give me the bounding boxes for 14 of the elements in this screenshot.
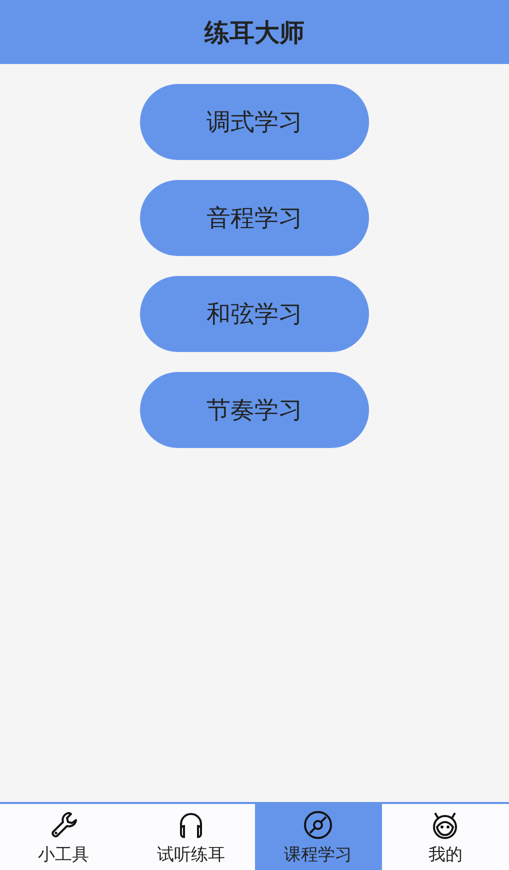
course-button[interactable]: 和弦学习 bbox=[140, 276, 369, 352]
tab-item[interactable]: 小工具 bbox=[0, 804, 128, 870]
course-button[interactable]: 节奏学习 bbox=[140, 372, 369, 448]
course-button[interactable]: 调式学习 bbox=[140, 84, 369, 160]
tab-label: 小工具 bbox=[38, 844, 90, 866]
tab-item[interactable]: 我的 bbox=[382, 804, 509, 870]
tab-item[interactable]: 试听练耳 bbox=[127, 804, 254, 870]
tab-label: 我的 bbox=[428, 844, 462, 866]
tab-label: 试听练耳 bbox=[156, 844, 225, 866]
tab-item[interactable]: 课程学习 bbox=[254, 804, 382, 870]
disc-icon bbox=[302, 808, 334, 840]
course-button[interactable]: 音程学习 bbox=[140, 180, 369, 256]
app-title: 练耳大师 bbox=[204, 16, 304, 48]
tab-label: 课程学习 bbox=[284, 844, 352, 866]
